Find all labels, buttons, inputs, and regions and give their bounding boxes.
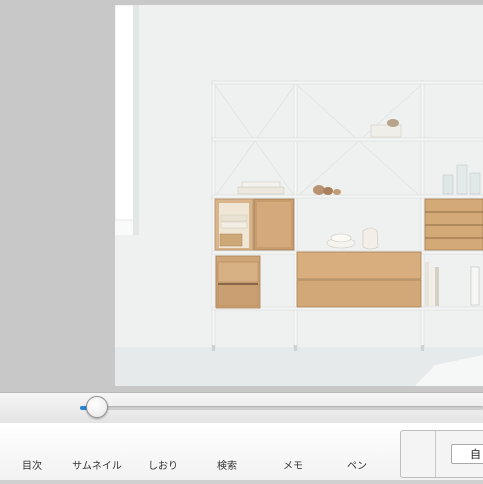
toolbar-label-bookmarks: しおり (148, 461, 178, 472)
toolbar-label-toc: 目次 (22, 461, 42, 472)
toolbar-button-search[interactable]: 検索 (195, 457, 259, 472)
toolbar-button-pen[interactable]: ペン (325, 457, 389, 472)
page-slider-track[interactable] (80, 406, 483, 410)
page-image-shelf-photo (115, 5, 483, 386)
toolbar-button-bookmarks[interactable]: しおり (131, 457, 195, 472)
page-viewer[interactable] (0, 0, 483, 392)
toolbar-button-toc[interactable]: 目次 (0, 457, 64, 472)
view-mode-panel: 自 (400, 430, 483, 478)
page-slider-thumb[interactable] (86, 396, 108, 418)
toolbar-label-pen: ペン (347, 461, 367, 472)
toolbar-button-memo[interactable]: メモ (261, 457, 325, 472)
toolbar-button-thumbnails[interactable]: サムネイル (65, 457, 129, 472)
view-mode-button[interactable]: 自 (451, 444, 483, 464)
panel-divider (435, 431, 436, 477)
window-bottom-edge (0, 480, 483, 484)
toolbar-label-thumbnails: サムネイル (72, 461, 122, 472)
toolbar-label-memo: メモ (283, 461, 303, 472)
page-slider-bar (0, 392, 483, 424)
toolbar-label-search: 検索 (217, 461, 237, 472)
